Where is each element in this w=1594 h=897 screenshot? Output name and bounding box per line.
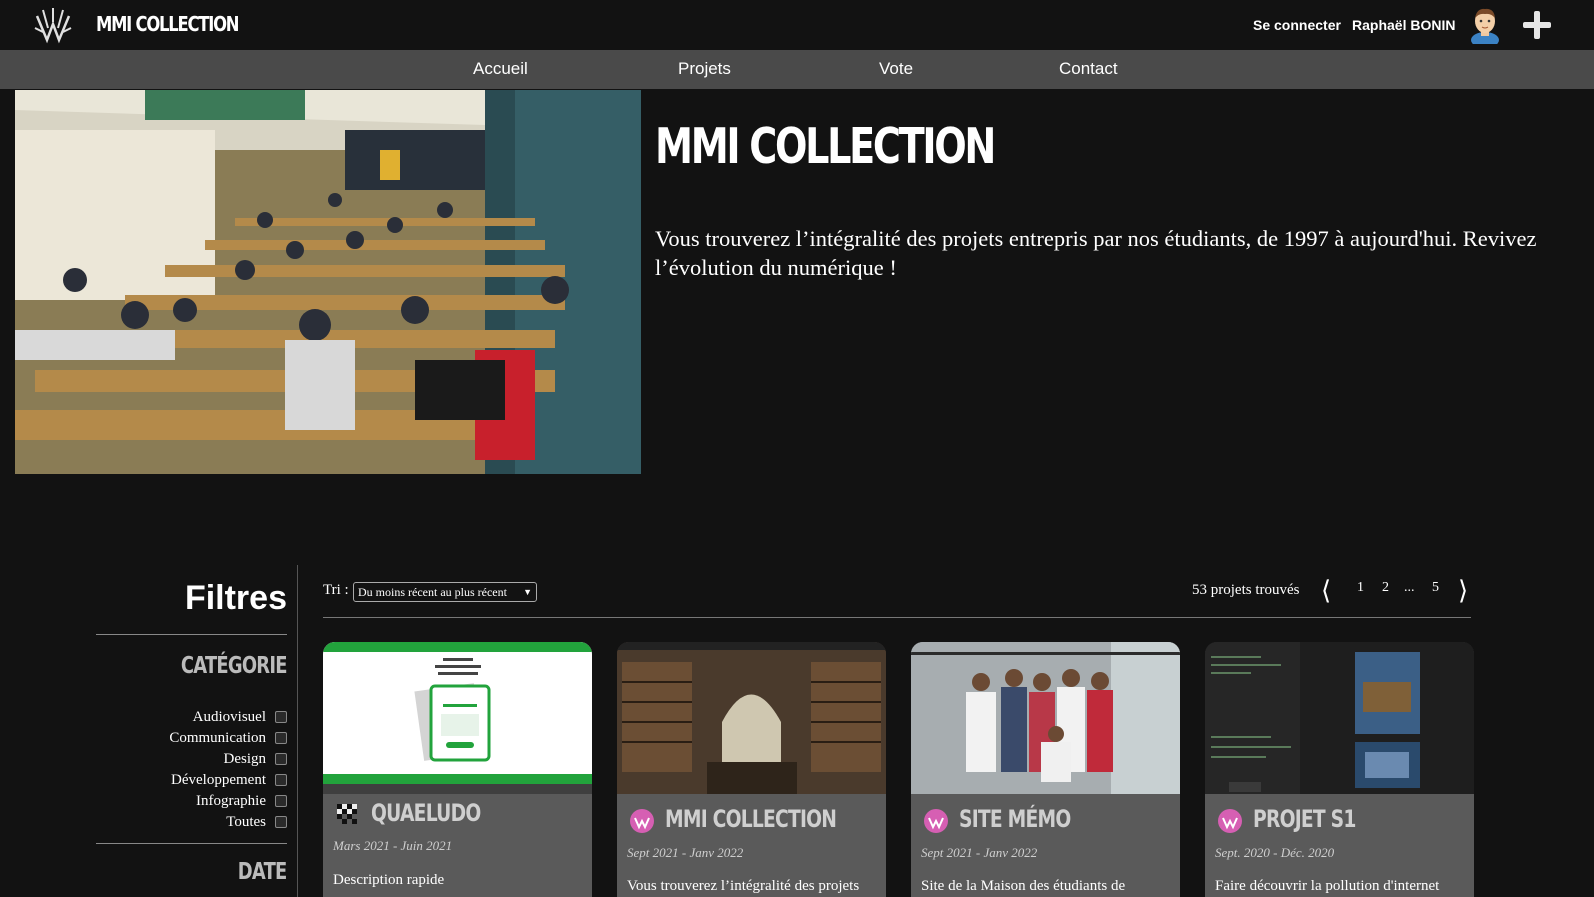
date-title: DATE (238, 859, 288, 885)
card-thumbnail (1205, 642, 1474, 794)
divider (96, 843, 287, 844)
chevron-down-icon: ▼ (523, 587, 532, 597)
checkbox[interactable] (275, 816, 287, 828)
sort-select[interactable]: Du moins récent au plus récent ▼ (353, 582, 537, 602)
page-title: MMI COLLECTION (655, 118, 996, 175)
add-project-button[interactable] (1523, 11, 1551, 39)
card-date: Mars 2021 - Juin 2021 (333, 838, 453, 853)
nav-projets[interactable]: Projets (678, 59, 731, 79)
card-thumbnail (911, 642, 1180, 794)
card-thumbnail (323, 642, 592, 794)
top-bar: MMI COLLECTION Se connecter Raphaël BONI… (0, 0, 1594, 50)
hero-image (15, 90, 641, 474)
filter-communication[interactable]: Communication (169, 729, 287, 747)
page-1[interactable]: 1 (1357, 580, 1364, 596)
card-thumbnail (617, 642, 886, 794)
nav-contact[interactable]: Contact (1059, 59, 1118, 79)
card-title[interactable]: SITE MÉMO (959, 805, 1071, 833)
checkbox[interactable] (275, 774, 287, 786)
main-nav: Accueil Projets Vote Contact (0, 50, 1594, 89)
page-5[interactable]: 5 (1432, 580, 1439, 596)
sort-value: Du moins récent au plus récent (358, 584, 507, 599)
brand-name[interactable]: MMI COLLECTION (96, 12, 240, 36)
card-description: Description rapide (333, 872, 445, 888)
card-date: Sept. 2020 - Déc. 2020 (1215, 845, 1335, 860)
card-title[interactable]: PROJET S1 (1253, 805, 1356, 833)
next-page-icon[interactable]: ⟩ (1458, 578, 1468, 604)
filters-title: Filtres (184, 579, 287, 617)
login-link[interactable]: Se connecter (1253, 17, 1341, 33)
checkbox[interactable] (275, 753, 287, 765)
filter-label: Toutes (226, 813, 266, 830)
category-title: CATÉGORIE (181, 653, 288, 679)
card-date: Sept 2021 - Janv 2022 (921, 845, 1038, 860)
sort-label: Tri : (323, 582, 349, 598)
hero-description: Vous trouverez l’intégralité des projets… (655, 226, 1537, 280)
divider (96, 634, 287, 635)
results-count: 53 projets trouvés (1192, 582, 1300, 598)
card-date: Sept 2021 - Janv 2022 (627, 845, 744, 860)
filter-label: Audiovisuel (192, 708, 266, 725)
filter-label: Communication (169, 729, 266, 746)
project-card[interactable]: PROJET S1 Sept. 2020 - Déc. 2020 Faire d… (1205, 642, 1474, 897)
mmi-badge-icon (1218, 809, 1242, 833)
page-2[interactable]: 2 (1382, 580, 1389, 596)
checkbox[interactable] (275, 711, 287, 723)
project-card[interactable]: SITE MÉMO Sept 2021 - Janv 2022 Site de … (911, 642, 1180, 897)
filter-label: Infographie (196, 792, 266, 809)
prev-page-icon[interactable]: ⟨ (1321, 578, 1331, 604)
quaeludo-logo-icon (337, 804, 357, 824)
toolbar-divider (323, 617, 1471, 618)
filter-design[interactable]: Design (223, 750, 287, 768)
project-card[interactable]: QUAELUDO Mars 2021 - Juin 2021 Descripti… (323, 642, 592, 897)
card-title[interactable]: MMI COLLECTION (665, 805, 837, 833)
user-name[interactable]: Raphaël BONIN (1352, 17, 1455, 33)
nav-accueil[interactable]: Accueil (473, 59, 528, 79)
filter-audiovisuel[interactable]: Audiovisuel (193, 708, 287, 726)
nav-vote[interactable]: Vote (879, 59, 913, 79)
filter-label: Design (223, 750, 267, 767)
mmi-badge-icon (924, 809, 948, 833)
card-description: Faire découvrir la pollution d'internet (1215, 878, 1440, 894)
card-title[interactable]: QUAELUDO (371, 799, 481, 827)
card-description: Vous trouverez l’intégralité des projets (627, 878, 860, 894)
checkbox[interactable] (275, 732, 287, 744)
avatar[interactable] (1469, 6, 1501, 44)
filter-label: Développement (171, 771, 266, 788)
mmi-badge-icon (630, 809, 654, 833)
page-ellipsis: ... (1404, 580, 1415, 595)
sidebar-divider (297, 565, 298, 897)
filter-infographie[interactable]: Infographie (196, 792, 287, 810)
card-description: Site de la Maison des étudiants de (921, 878, 1126, 894)
filter-toutes[interactable]: Toutes (226, 813, 287, 831)
mmi-logo-icon[interactable] (33, 6, 73, 44)
filter-developpement[interactable]: Développement (171, 771, 287, 789)
checkbox[interactable] (275, 795, 287, 807)
project-card[interactable]: MMI COLLECTION Sept 2021 - Janv 2022 Vou… (617, 642, 886, 897)
